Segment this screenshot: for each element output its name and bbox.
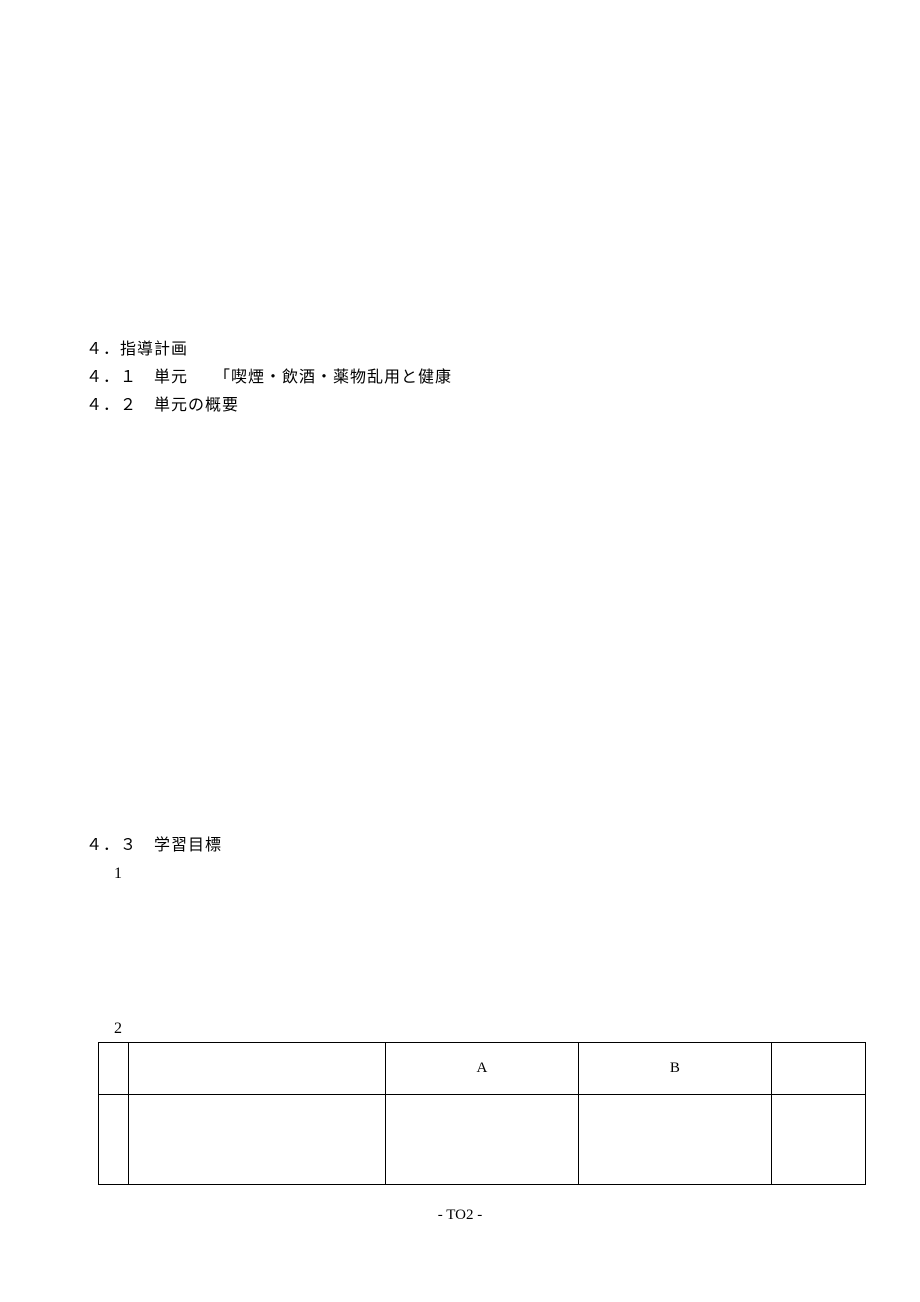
table-cell-empty — [771, 1095, 865, 1185]
table-cell-empty — [128, 1043, 385, 1095]
page-footer: - TO2 - — [0, 1207, 920, 1224]
table-cell-empty — [128, 1095, 385, 1185]
table-row: A B — [99, 1043, 866, 1095]
sub-item-2: 2 — [114, 1020, 122, 1038]
objectives-table: A B — [98, 1042, 866, 1185]
section-4-content: ４．指導計画 ４．１ 単元 「喫煙・飲酒・薬物乱用と健康 ４．２ 単元の概要 — [86, 336, 866, 420]
table-header-b: B — [578, 1043, 771, 1095]
table-cell-empty — [771, 1043, 865, 1095]
table-container: A B — [98, 1042, 866, 1185]
table-row — [99, 1095, 866, 1185]
table-cell-empty — [385, 1095, 578, 1185]
section-4-3-content: ４．３ 学習目標 1 — [86, 832, 866, 888]
sub-item-1: 1 — [114, 860, 866, 888]
heading-4-1: ４．１ 単元 「喫煙・飲酒・薬物乱用と健康 — [86, 364, 866, 392]
table-cell-empty — [578, 1095, 771, 1185]
heading-4-3: ４．３ 学習目標 — [86, 832, 866, 860]
table-header-a: A — [385, 1043, 578, 1095]
table-cell-empty — [99, 1095, 129, 1185]
heading-4: ４．指導計画 — [86, 336, 866, 364]
table-cell-empty — [99, 1043, 129, 1095]
heading-4-2: ４．２ 単元の概要 — [86, 392, 866, 420]
